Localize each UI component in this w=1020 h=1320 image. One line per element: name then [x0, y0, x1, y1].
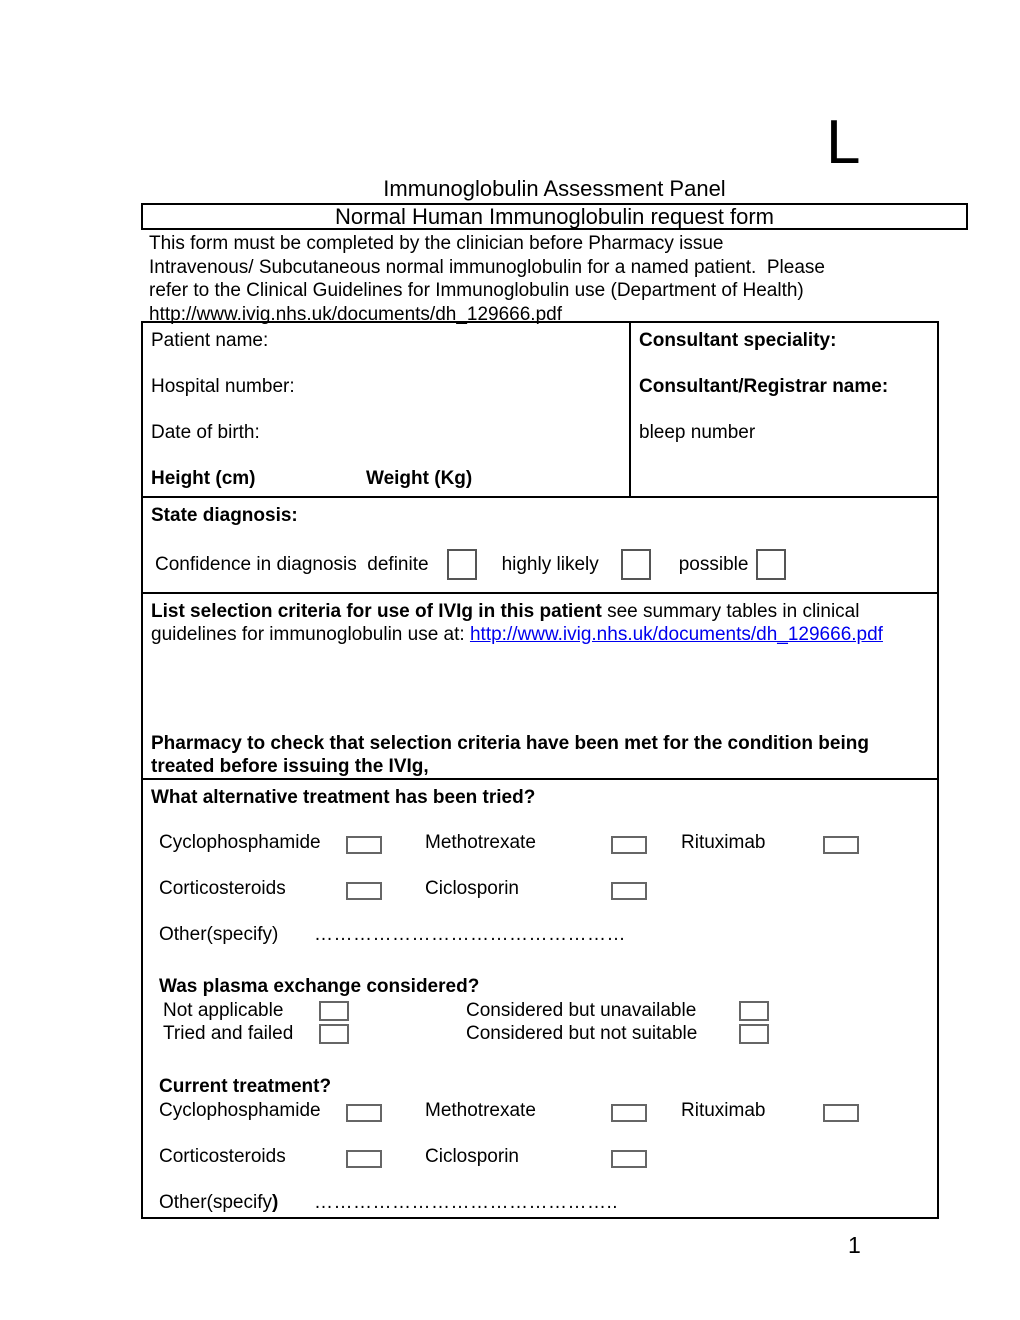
consultant-details-cell: Consultant speciality: Consultant/Regist… — [629, 321, 939, 498]
alt-other-specify-label: Other(specify) — [159, 924, 279, 945]
patient-name-label: Patient name: — [151, 330, 269, 351]
intro-line-1: This form must be completed by the clini… — [149, 233, 724, 254]
plasma-checkbox-considered-unavailable[interactable] — [739, 1001, 769, 1021]
confidence-label: Confidence in diagnosis definite — [155, 554, 429, 575]
confidence-row: Confidence in diagnosis definite highly … — [151, 549, 937, 580]
alt-checkbox-rituximab[interactable] — [823, 836, 859, 854]
plasma-exchange-row-2: Tried and failed Considered but not suit… — [151, 1022, 937, 1045]
date-of-birth-label: Date of birth: — [151, 422, 260, 443]
alt-treatment-row-2: Corticosteroids Ciclosporin — [151, 877, 937, 923]
current-treatment-row-1: Cyclophosphamide Methotrexate Rituximab — [151, 1099, 937, 1145]
plasma-checkbox-considered-not-suitable[interactable] — [739, 1024, 769, 1044]
alt-other-specify-dots[interactable]: ………………………………………… — [314, 923, 626, 946]
criteria-blank-space — [151, 646, 937, 732]
current-other-specify-row: Other(specify) ……………………………………….. — [151, 1191, 937, 1217]
alt-checkbox-methotrexate[interactable] — [611, 836, 647, 854]
intro-line-2: Intravenous/ Subcutaneous normal immunog… — [149, 256, 825, 278]
request-form-table: Patient name: Hospital number: Date of b… — [141, 321, 939, 1219]
alt-rituximab-label: Rituximab — [681, 832, 766, 853]
weight-label: Weight (Kg) — [366, 468, 473, 489]
alt-tx-spacer-top — [151, 809, 937, 831]
current-other-specify-text: Other(specify — [159, 1192, 272, 1213]
pharmacy-check-note: Pharmacy to check that selection criteri… — [151, 733, 869, 777]
table-row-selection-criteria: List selection criteria for use of IVIg … — [141, 592, 939, 780]
plasma-spacer — [151, 957, 937, 975]
selection-criteria-cell: List selection criteria for use of IVIg … — [141, 592, 939, 780]
current-checkbox-ciclosporin[interactable] — [611, 1150, 647, 1168]
alt-other-specify-row: Other(specify) ………………………………………… — [151, 923, 937, 957]
alt-cyclophosphamide-label: Cyclophosphamide — [159, 832, 321, 853]
table-row-treatments: What alternative treatment has been trie… — [141, 778, 939, 1219]
option-highly-likely-label: highly likely — [501, 554, 599, 575]
letterhead-logo-mark: L — [826, 108, 861, 177]
consultant-registrar-name-label: Consultant/Registrar name: — [639, 376, 889, 397]
selection-criteria-text: List selection criteria for use of IVIg … — [151, 600, 937, 646]
current-other-specify-dots[interactable]: ……………………………………….. — [314, 1191, 618, 1214]
consultant-details-body: Consultant speciality: Consultant/Regist… — [631, 323, 937, 444]
table-row-diagnosis: State diagnosis: Confidence in diagnosis… — [141, 496, 939, 594]
hospital-number-label: Hospital number: — [151, 376, 295, 397]
plasma-considered-not-suitable-label: Considered but not suitable — [466, 1023, 698, 1044]
current-checkbox-methotrexate[interactable] — [611, 1104, 647, 1122]
page-number: 1 — [848, 1232, 861, 1258]
alt-corticosteroids-label: Corticosteroids — [159, 878, 286, 899]
current-tx-spacer — [151, 1045, 937, 1075]
current-treatment-heading: Current treatment? — [159, 1076, 332, 1097]
alt-treatment-row-1: Cyclophosphamide Methotrexate Rituximab — [151, 831, 937, 877]
alt-checkbox-ciclosporin[interactable] — [611, 882, 647, 900]
alt-methotrexate-label: Methotrexate — [425, 832, 536, 853]
state-diagnosis-heading: State diagnosis: — [151, 505, 298, 526]
current-treatment-row-2: Corticosteroids Ciclosporin — [151, 1145, 937, 1191]
checkbox-definite[interactable] — [446, 549, 477, 580]
patient-details-cell: Patient name: Hospital number: Date of b… — [141, 321, 631, 498]
plasma-checkbox-tried-and-failed[interactable] — [319, 1024, 349, 1044]
selection-criteria-bold-lead: List selection criteria for use of IVIg … — [151, 601, 602, 622]
current-corticosteroids-label: Corticosteroids — [159, 1146, 286, 1167]
plasma-checkbox-not-applicable[interactable] — [319, 1001, 349, 1021]
checkbox-highly-likely[interactable] — [620, 549, 651, 580]
bleep-number-label: bleep number — [639, 422, 756, 443]
intro-paragraph: This form must be completed by the clini… — [149, 232, 949, 326]
plasma-exchange-heading: Was plasma exchange considered? — [159, 976, 480, 997]
option-possible-label: possible — [678, 554, 749, 575]
diagnosis-bottom-spacer — [151, 580, 937, 592]
ivig-guidelines-link[interactable]: http://www.ivig.nhs.uk/documents/dh_1296… — [470, 624, 883, 645]
diagnosis-cell: State diagnosis: Confidence in diagnosis… — [141, 496, 939, 594]
patient-details-body: Patient name: Hospital number: Date of b… — [143, 323, 629, 496]
current-cyclophosphamide-label: Cyclophosphamide — [159, 1100, 321, 1121]
table-row-patient-consultant: Patient name: Hospital number: Date of b… — [141, 321, 939, 498]
document-page: L Immunoglobulin Assessment Panel Normal… — [0, 0, 1020, 1320]
plasma-considered-unavailable-label: Considered but unavailable — [466, 1000, 697, 1021]
alt-checkbox-cyclophosphamide[interactable] — [346, 836, 382, 854]
current-other-specify-label: Other(specify) — [159, 1191, 278, 1214]
plasma-not-applicable-label: Not applicable — [163, 1000, 284, 1021]
diagnosis-body: State diagnosis: Confidence in diagnosis… — [143, 498, 937, 592]
height-label: Height (cm) — [151, 468, 256, 489]
alt-ciclosporin-label: Ciclosporin — [425, 878, 519, 899]
consultant-speciality-label: Consultant speciality: — [639, 330, 837, 351]
current-ciclosporin-label: Ciclosporin — [425, 1146, 519, 1167]
height-weight-row: Height (cm) Weight (Kg) — [151, 467, 629, 496]
panel-title: Immunoglobulin Assessment Panel — [383, 176, 726, 201]
alt-checkbox-corticosteroids[interactable] — [346, 882, 382, 900]
current-checkbox-cyclophosphamide[interactable] — [346, 1104, 382, 1122]
plasma-tried-and-failed-label: Tried and failed — [163, 1023, 294, 1044]
diagnosis-spacer — [151, 527, 937, 549]
current-checkbox-rituximab[interactable] — [823, 1104, 859, 1122]
treatments-cell: What alternative treatment has been trie… — [141, 778, 939, 1219]
checkbox-possible[interactable] — [756, 549, 787, 580]
current-rituximab-label: Rituximab — [681, 1100, 766, 1121]
alternative-treatment-heading: What alternative treatment has been trie… — [151, 787, 536, 808]
treatments-body: What alternative treatment has been trie… — [143, 780, 937, 1217]
current-checkbox-corticosteroids[interactable] — [346, 1150, 382, 1168]
intro-line-3: refer to the Clinical Guidelines for Imm… — [149, 280, 804, 301]
current-methotrexate-label: Methotrexate — [425, 1100, 536, 1121]
selection-criteria-body: List selection criteria for use of IVIg … — [143, 594, 937, 778]
current-other-specify-paren: ) — [271, 1192, 279, 1213]
plasma-exchange-row-1: Not applicable Considered but unavailabl… — [151, 999, 937, 1022]
form-title-box: Normal Human Immunoglobulin request form — [141, 203, 968, 230]
